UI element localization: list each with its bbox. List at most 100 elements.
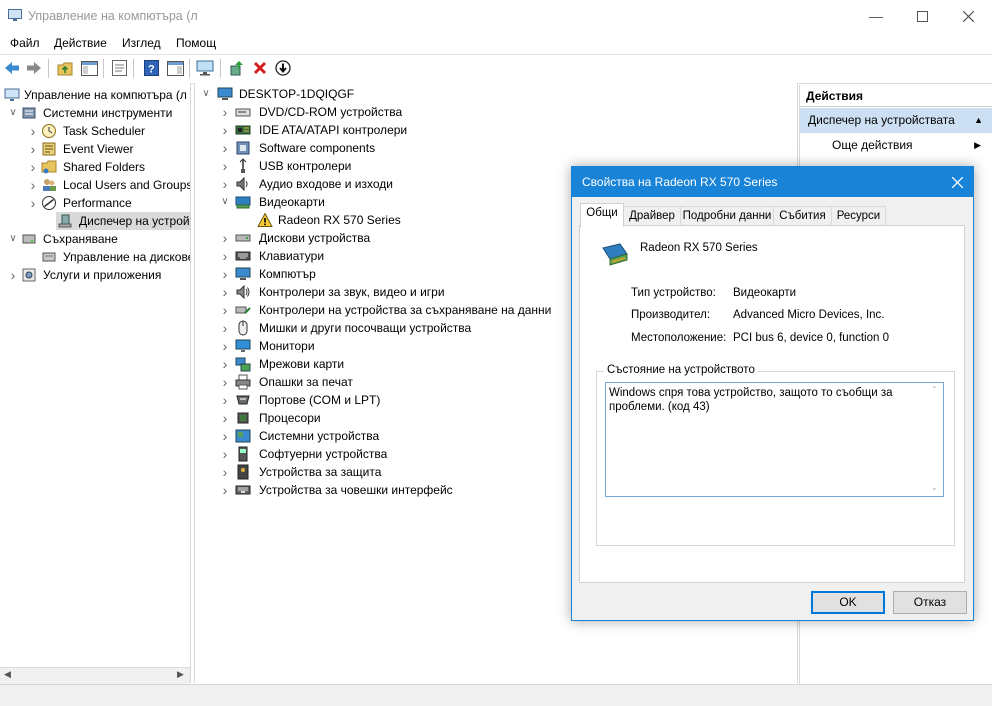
chevron-right-icon[interactable]: › bbox=[220, 391, 230, 409]
tab-general[interactable]: Общи bbox=[580, 203, 624, 227]
chevron-right-icon[interactable]: › bbox=[220, 247, 230, 265]
ok-button[interactable]: OK bbox=[811, 591, 885, 614]
shared-folder-icon bbox=[41, 159, 57, 175]
chevron-down-icon[interactable]: ∨ bbox=[220, 193, 230, 211]
device-tree-root-label: DESKTOP-1DQIQGF bbox=[239, 87, 355, 101]
close-button[interactable] bbox=[945, 0, 991, 32]
chevron-right-icon[interactable]: › bbox=[220, 427, 230, 445]
menu-view[interactable]: Изглед bbox=[122, 36, 161, 50]
chevron-right-icon[interactable]: › bbox=[220, 229, 230, 247]
chevron-right-icon[interactable]: › bbox=[220, 481, 230, 499]
chevron-right-icon[interactable]: › bbox=[220, 409, 230, 427]
device-label: Radeon RX 570 Series bbox=[278, 213, 401, 227]
help-button[interactable]: ? bbox=[142, 59, 160, 77]
chevron-right-icon[interactable]: › bbox=[8, 266, 18, 284]
tab-resources[interactable]: Ресурси bbox=[831, 206, 886, 226]
actions-section-label: Диспечер на устройствата bbox=[808, 113, 955, 127]
device-status-textbox[interactable]: Windows спря това устройство, защото то … bbox=[605, 382, 944, 497]
chevron-right-icon[interactable]: › bbox=[220, 373, 230, 391]
tree-item[interactable]: ∨ Системни инструменти bbox=[0, 104, 190, 122]
minimize-button[interactable]: — bbox=[853, 0, 899, 32]
tree-item[interactable]: › Performance bbox=[0, 194, 190, 212]
chevron-right-icon[interactable]: › bbox=[220, 283, 230, 301]
chevron-right-icon[interactable]: › bbox=[220, 121, 230, 139]
chevron-right-icon[interactable]: › bbox=[220, 139, 230, 157]
chevron-right-icon[interactable]: › bbox=[28, 176, 38, 194]
chevron-right-icon[interactable]: › bbox=[28, 140, 38, 158]
device-label: DVD/CD-ROM устройства bbox=[259, 105, 403, 119]
chevron-right-icon[interactable]: › bbox=[220, 175, 230, 193]
help-icon: ? bbox=[143, 60, 159, 76]
tree-item[interactable]: Управление на дискове bbox=[0, 248, 190, 266]
device-label: Устройства за защита bbox=[259, 465, 382, 479]
chevron-down-icon[interactable]: ∨ bbox=[8, 104, 18, 122]
device-label: USB контролери bbox=[259, 159, 352, 173]
up-folder-button[interactable] bbox=[56, 59, 74, 77]
chevron-right-icon[interactable]: › bbox=[220, 355, 230, 373]
show-hide-action-pane-button[interactable] bbox=[166, 59, 184, 77]
tree-item[interactable]: › Event Viewer bbox=[0, 140, 190, 158]
tab-events[interactable]: Събития bbox=[773, 206, 832, 226]
menu-file[interactable]: Файл bbox=[10, 36, 40, 50]
device-status-text: Windows спря това устройство, защото то … bbox=[609, 387, 893, 413]
chevron-right-icon[interactable]: › bbox=[28, 158, 38, 176]
device-properties-dialog: Свойства на Radeon RX 570 Series Общи Др… bbox=[571, 166, 974, 621]
uninstall-device-button[interactable] bbox=[251, 59, 269, 77]
device-label: Устройства за човешки интерфейс bbox=[259, 483, 453, 497]
tree-item[interactable]: › Local Users and Groups bbox=[0, 176, 190, 194]
scan-hardware-button[interactable] bbox=[196, 59, 214, 77]
chevron-right-icon[interactable]: › bbox=[220, 157, 230, 175]
actions-section-device-manager[interactable]: Диспечер на устройствата ▲ bbox=[800, 108, 992, 133]
chevron-right-icon[interactable]: › bbox=[220, 301, 230, 319]
tree-item[interactable]: Управление на компютъра (л bbox=[0, 86, 190, 104]
update-driver-button[interactable] bbox=[228, 59, 246, 77]
chevron-right-icon[interactable]: › bbox=[220, 337, 230, 355]
chevron-down-icon[interactable]: ∨ bbox=[8, 230, 18, 248]
tree-item[interactable]: ∨ Съхраняване bbox=[0, 230, 190, 248]
scroll-right-arrow-icon[interactable]: ▶ bbox=[177, 669, 184, 680]
tree-item[interactable]: › Task Scheduler bbox=[0, 122, 190, 140]
tree-item[interactable]: Диспечер на устройстi bbox=[56, 212, 190, 230]
tree-item[interactable]: › Услуги и приложения bbox=[0, 266, 190, 284]
device-category[interactable]: › Software components bbox=[195, 139, 795, 157]
submenu-arrow-icon: ▶ bbox=[974, 140, 981, 150]
show-hide-tree-button[interactable] bbox=[80, 59, 98, 77]
chevron-down-icon[interactable]: ∨ bbox=[201, 85, 211, 103]
forward-button[interactable] bbox=[25, 59, 43, 77]
device-tree-root[interactable]: ∨ DESKTOP-1DQIQGF bbox=[195, 85, 795, 103]
chevron-right-icon[interactable]: › bbox=[220, 463, 230, 481]
status-vertical-scrollbar[interactable]: ⌃ ⌄ bbox=[926, 383, 943, 496]
device-status-legend: Състояние на устройството bbox=[604, 364, 758, 376]
tree-item-label: Управление на компютъра (л bbox=[24, 88, 187, 102]
collapse-up-icon[interactable]: ▲ bbox=[974, 108, 983, 133]
properties-button[interactable] bbox=[110, 59, 128, 77]
device-category[interactable]: › IDE ATA/ATAPI контролери bbox=[195, 121, 795, 139]
menu-action[interactable]: Действие bbox=[54, 36, 107, 50]
chevron-right-icon[interactable]: › bbox=[220, 445, 230, 463]
left-horizontal-scrollbar[interactable]: ◀ ▶ bbox=[0, 667, 190, 684]
port-icon bbox=[235, 392, 251, 408]
cancel-button[interactable]: Отказ bbox=[893, 591, 967, 614]
performance-icon bbox=[41, 195, 57, 211]
scroll-left-arrow-icon[interactable]: ◀ bbox=[4, 669, 11, 680]
device-category[interactable]: › DVD/CD-ROM устройства bbox=[195, 103, 795, 121]
tab-driver[interactable]: Драйвер bbox=[623, 206, 681, 226]
chevron-right-icon[interactable]: › bbox=[28, 194, 38, 212]
chevron-right-icon[interactable]: › bbox=[28, 122, 38, 140]
warning-icon bbox=[257, 212, 273, 228]
back-button[interactable] bbox=[3, 59, 21, 77]
chevron-right-icon[interactable]: › bbox=[220, 319, 230, 337]
chevron-right-icon[interactable]: › bbox=[220, 265, 230, 283]
menu-help[interactable]: Помощ bbox=[176, 36, 216, 50]
chevron-right-icon[interactable]: › bbox=[220, 103, 230, 121]
maximize-button[interactable] bbox=[899, 0, 945, 32]
scroll-up-arrow-icon[interactable]: ⌃ bbox=[931, 385, 938, 394]
device-label: Процесори bbox=[259, 411, 321, 425]
tab-details[interactable]: Подробни данни bbox=[680, 206, 774, 226]
more-actions-item[interactable]: Още действия ▶ bbox=[800, 134, 992, 156]
scroll-down-arrow-icon[interactable]: ⌄ bbox=[931, 483, 938, 492]
storage-controller-icon bbox=[235, 302, 251, 318]
enable-device-button[interactable] bbox=[274, 59, 292, 77]
dialog-close-button[interactable] bbox=[941, 167, 973, 197]
tree-item[interactable]: › Shared Folders bbox=[0, 158, 190, 176]
